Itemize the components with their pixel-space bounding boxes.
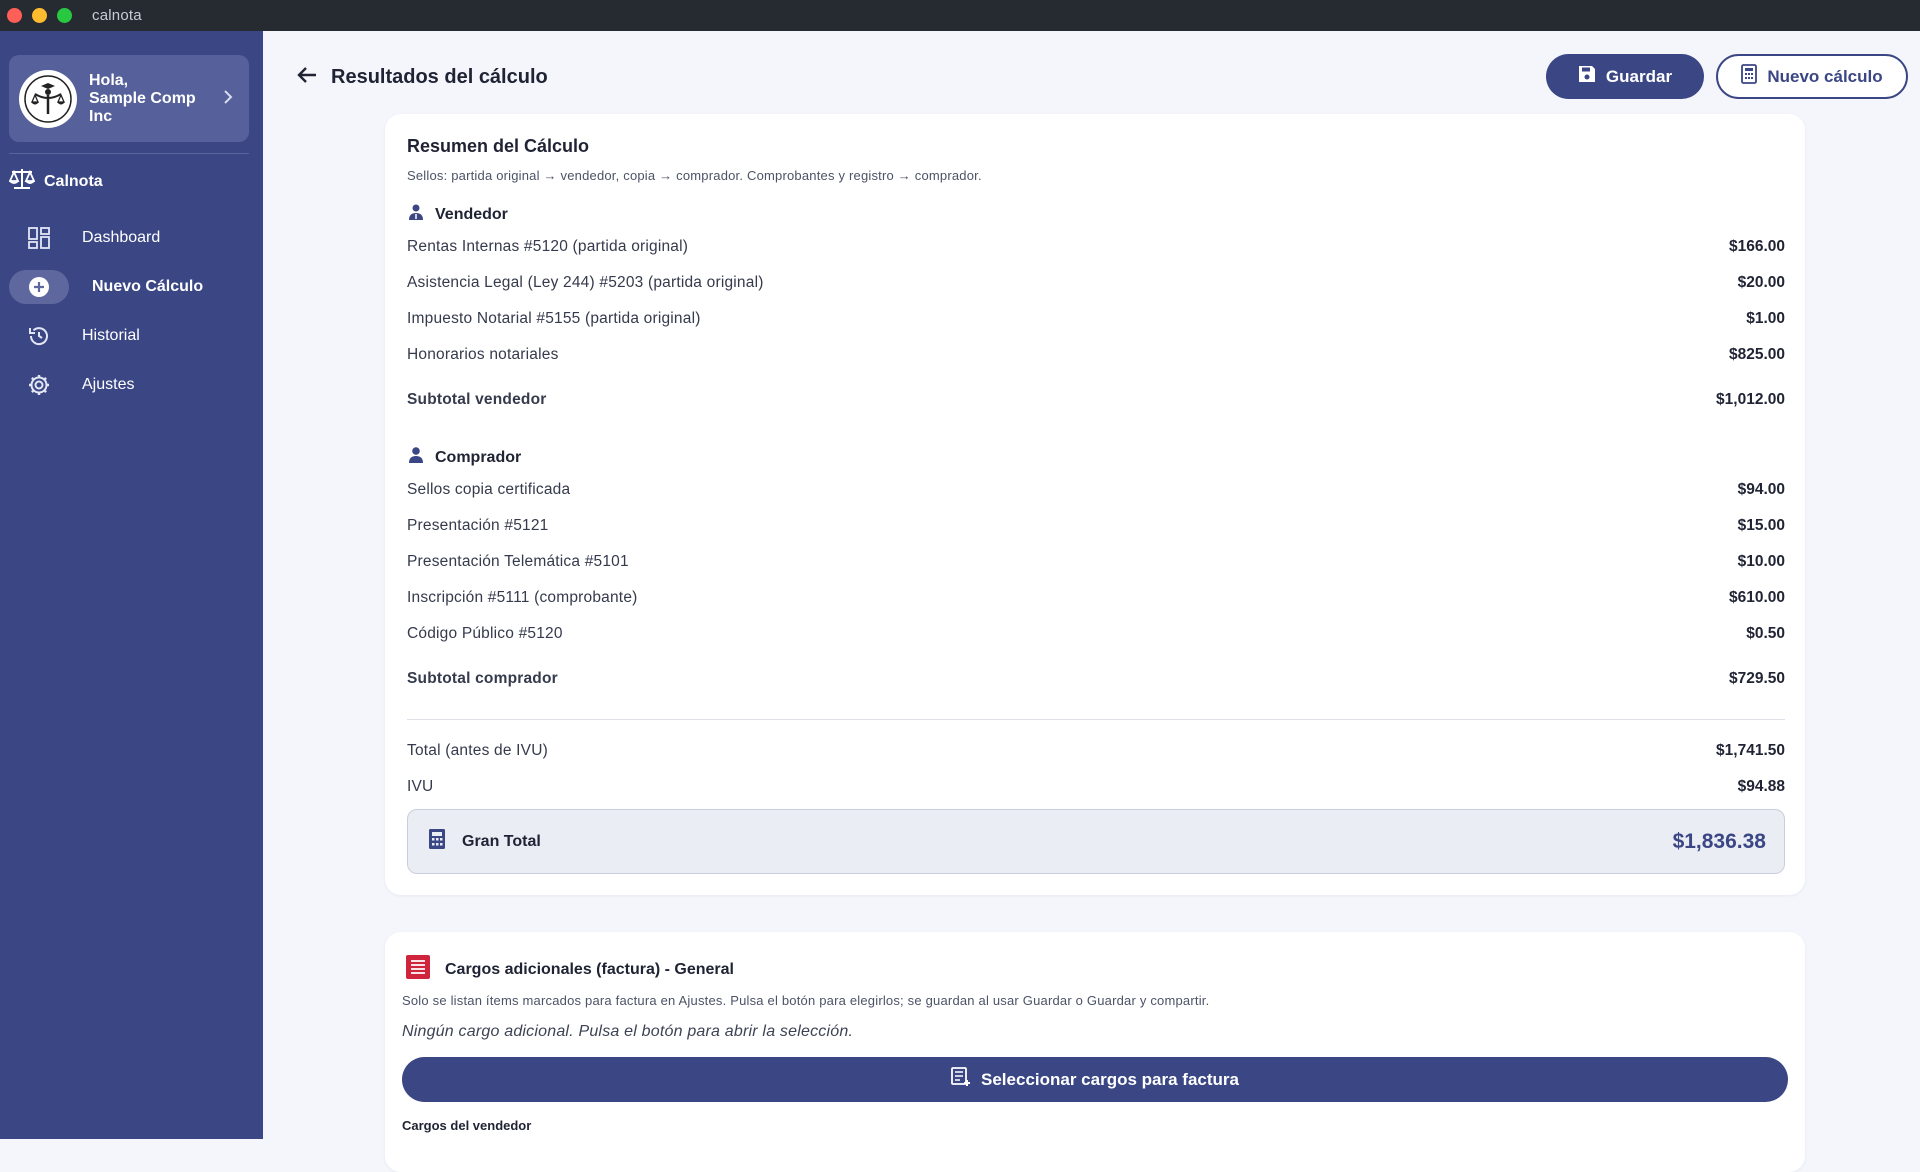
- seller-line-item: Rentas Internas #5120 (partida original)…: [407, 238, 1785, 255]
- sidebar-nav: Dashboard Nuevo Cálculo Historial Ajuste…: [9, 219, 249, 415]
- sidebar-item-label: Historial: [82, 326, 140, 344]
- gear-icon: [24, 370, 54, 400]
- dashboard-icon: [24, 223, 54, 253]
- window-controls: [7, 8, 72, 23]
- close-window-button[interactable]: [7, 8, 22, 23]
- brand-name: Calnota: [44, 172, 103, 190]
- sidebar-item-dashboard[interactable]: Dashboard: [9, 219, 249, 256]
- scales-icon: [8, 167, 36, 196]
- window-title: calnota: [92, 7, 142, 24]
- seller-charges-label: Cargos del vendedor: [402, 1118, 532, 1133]
- grand-total-box: Gran Total $1,836.38: [407, 809, 1785, 874]
- sidebar: Hola, Sample Comp Inc Calnota Dashboard …: [0, 31, 263, 1139]
- buyer-subtotal: Subtotal comprador $729.50: [407, 670, 1785, 687]
- seller-person-icon: [407, 203, 425, 226]
- history-icon: [24, 321, 54, 351]
- save-button[interactable]: Guardar: [1546, 54, 1704, 99]
- brand: Calnota: [8, 167, 103, 196]
- additional-charges-empty: Ningún cargo adicional. Pulsa el botón p…: [402, 1023, 854, 1040]
- additional-charges-heading: Cargos adicionales (factura) - General: [405, 954, 734, 985]
- sidebar-item-label: Dashboard: [82, 228, 161, 246]
- minimize-window-button[interactable]: [32, 8, 47, 23]
- sidebar-item-historial[interactable]: Historial: [9, 317, 249, 354]
- receipt-icon: [405, 954, 431, 985]
- add-circle-icon: [9, 269, 69, 304]
- buyer-person-icon: [407, 446, 425, 469]
- buyer-line-item: Inscripción #5111 (comprobante) $610.00: [407, 589, 1785, 606]
- additional-charges-card: Cargos adicionales (factura) - General S…: [385, 932, 1805, 1172]
- grand-total-label: Gran Total: [462, 832, 541, 850]
- summary-note: Sellos: partida original → vendedor, cop…: [407, 168, 982, 183]
- select-invoice-charges-label: Seleccionar cargos para factura: [981, 1069, 1239, 1089]
- summary-divider: [407, 719, 1785, 720]
- save-button-label: Guardar: [1605, 66, 1673, 86]
- summary-title: Resumen del Cálculo: [407, 136, 590, 156]
- page-title: Resultados del cálculo: [331, 66, 548, 88]
- buyer-line-item: Sellos copia certificada $94.00: [407, 481, 1785, 498]
- sidebar-divider: [9, 153, 249, 154]
- additional-charges-note: Solo se listan ítems marcados para factu…: [402, 993, 1210, 1008]
- window-titlebar: calnota: [0, 0, 1920, 31]
- total-before-tax: Total (antes de IVU) $1,741.50: [407, 742, 1785, 759]
- calculation-summary-card: Resumen del Cálculo Sellos: partida orig…: [385, 114, 1805, 895]
- new-calculation-button[interactable]: Nuevo cálculo: [1716, 54, 1908, 99]
- buyer-heading: Comprador: [407, 446, 521, 469]
- greeting-text: Hola,: [89, 71, 129, 89]
- user-name: Sample Comp Inc: [89, 89, 196, 125]
- user-profile-card[interactable]: Hola, Sample Comp Inc: [9, 55, 249, 142]
- save-icon: [1578, 65, 1596, 88]
- new-calculation-label: Nuevo cálculo: [1767, 66, 1883, 86]
- sidebar-item-label: Nuevo Cálculo: [92, 277, 204, 295]
- seller-line-item: Asistencia Legal (Ley 244) #5203 (partid…: [407, 274, 1785, 291]
- additional-charges-title: Cargos adicionales (factura) - General: [445, 960, 734, 978]
- sidebar-item-ajustes[interactable]: Ajustes: [9, 366, 249, 403]
- calculator-icon: [428, 828, 446, 855]
- grand-total-value: $1,836.38: [1672, 829, 1766, 853]
- seller-line-item: Impuesto Notarial #5155 (partida origina…: [407, 310, 1785, 327]
- seller-heading: Vendedor: [407, 203, 508, 226]
- maximize-window-button[interactable]: [57, 8, 72, 23]
- company-logo-avatar: [19, 69, 77, 128]
- back-arrow-icon[interactable]: [296, 64, 318, 91]
- calculator-icon: [1741, 64, 1758, 89]
- buyer-line-item: Presentación #5121 $15.00: [407, 517, 1785, 534]
- select-invoice-charges-button[interactable]: Seleccionar cargos para factura: [402, 1057, 1788, 1102]
- chevron-right-icon: [223, 88, 233, 109]
- seller-subtotal: Subtotal vendedor $1,012.00: [407, 391, 1785, 408]
- sidebar-item-nuevo-calculo[interactable]: Nuevo Cálculo: [9, 268, 249, 305]
- buyer-line-item: Código Público #5120 $0.50: [407, 625, 1785, 642]
- seller-line-item: Honorarios notariales $825.00: [407, 346, 1785, 363]
- ivu-tax: IVU $94.88: [407, 778, 1785, 795]
- buyer-line-item: Presentación Telemática #5101 $10.00: [407, 553, 1785, 570]
- list-add-icon: [951, 1067, 971, 1092]
- justice-logo-icon: [24, 74, 72, 123]
- sidebar-item-label: Ajustes: [82, 375, 135, 393]
